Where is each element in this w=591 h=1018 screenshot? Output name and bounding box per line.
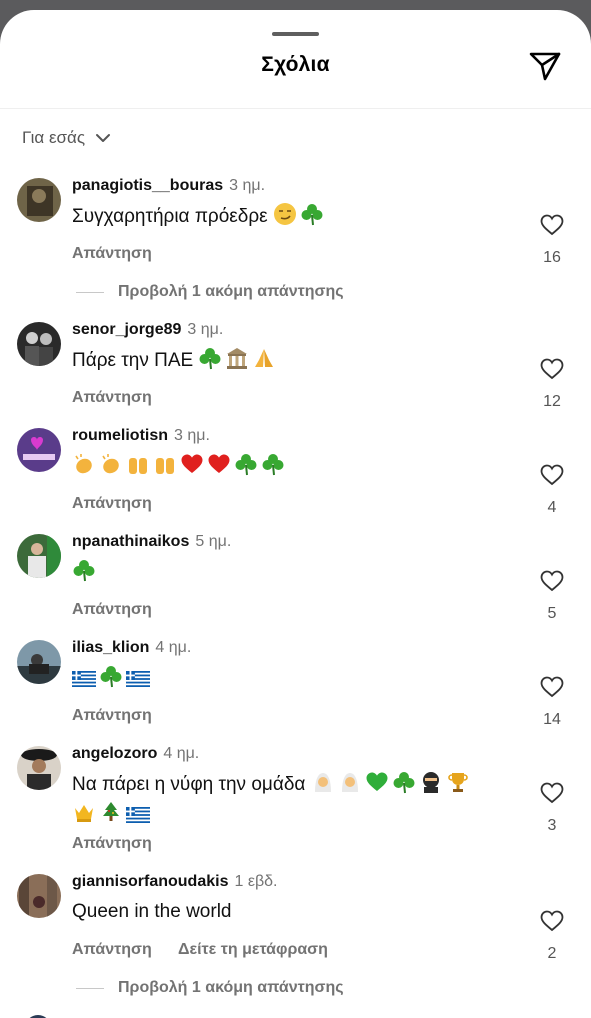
timestamp: 3 ημ.	[229, 177, 266, 194]
avatar[interactable]	[17, 178, 61, 222]
comment-text-line2	[72, 800, 153, 829]
username[interactable]: ilias_klion	[72, 639, 149, 656]
comment-text: Να πάρει η νύφη την ομάδα	[72, 770, 473, 799]
shamrock-icon	[301, 204, 323, 226]
reply-button[interactable]: Απάντηση	[72, 941, 152, 959]
comment-text: Queen in the world	[72, 901, 232, 922]
shamrock-icon	[73, 560, 95, 582]
raising-hands-icon	[129, 458, 147, 474]
greece-flag-icon	[126, 671, 150, 687]
reply-button[interactable]: Απάντηση	[72, 389, 152, 407]
shamrock-icon	[393, 772, 415, 794]
see-translation-button[interactable]: Δείτε τη μετάφραση	[178, 941, 328, 959]
like-count: 2	[547, 945, 557, 962]
like-count: 4	[547, 499, 557, 516]
heart-icon[interactable]	[540, 570, 564, 592]
send-icon[interactable]	[527, 48, 563, 84]
timestamp: 3 ημ.	[174, 427, 210, 444]
bride-with-veil-icon	[314, 773, 331, 792]
trophy-icon	[447, 773, 468, 792]
comment-text	[72, 558, 99, 587]
greece-flag-icon	[126, 807, 150, 823]
username[interactable]: roumeliotisn	[72, 427, 168, 444]
red-heart-icon	[208, 454, 230, 473]
avatar[interactable]	[17, 746, 61, 790]
shamrock-icon	[235, 454, 257, 476]
avatar[interactable]	[17, 534, 61, 578]
heart-icon[interactable]	[540, 676, 564, 698]
avatar[interactable]	[17, 322, 61, 366]
avatar[interactable]	[17, 428, 61, 472]
comments-sheet: Σχόλια Για εσάς panagiotis__bouras 3 ημ. …	[0, 10, 591, 1018]
username[interactable]: senor_jorge89	[72, 321, 181, 338]
green-heart-icon	[366, 772, 388, 791]
like-count: 16	[543, 249, 561, 266]
like-count: 5	[547, 605, 557, 622]
like-count: 3	[547, 817, 557, 834]
header-divider	[0, 108, 591, 109]
reply-button[interactable]: Απάντηση	[72, 707, 152, 725]
comment-text-body: Να πάρει η νύφη την ομάδα	[72, 774, 306, 795]
comment-text-body: Πάρε την ΠΑΕ	[72, 350, 194, 371]
smirk-emoji-icon	[273, 203, 296, 225]
view-replies-label: Προβολή 1 ακόμη απάντησης	[118, 979, 344, 996]
reply-button[interactable]: Απάντηση	[72, 495, 152, 513]
christmas-tree-icon	[103, 802, 119, 821]
timestamp: 3 ημ.	[187, 321, 224, 338]
username[interactable]: giannisorfanoudakis	[72, 873, 228, 890]
clapping-hands-icon	[75, 454, 92, 474]
view-replies-button[interactable]: Προβολή 1 ακόμη απάντησης	[76, 979, 344, 997]
avatar[interactable]	[17, 640, 61, 684]
avatar[interactable]	[17, 874, 61, 918]
shamrock-icon	[100, 666, 122, 688]
sort-filter-dropdown[interactable]: Για εσάς	[22, 128, 111, 148]
reply-button[interactable]: Απάντηση	[72, 835, 152, 853]
folded-hands-icon	[255, 349, 274, 367]
classical-building-icon	[227, 348, 248, 369]
comment-text-body: Συγχαρητήρια πρόεδρε	[72, 206, 268, 227]
heart-icon[interactable]	[540, 214, 564, 236]
divider-line	[76, 987, 104, 989]
view-replies-label: Προβολή 1 ακόμη απάντησης	[118, 283, 344, 300]
comment-text: Συγχαρητήρια πρόεδρε	[72, 202, 327, 231]
sort-filter-label: Για εσάς	[22, 128, 86, 147]
heart-icon[interactable]	[540, 464, 564, 486]
crown-icon	[75, 805, 93, 822]
page-title: Σχόλια	[261, 53, 330, 76]
shamrock-icon	[262, 454, 284, 476]
ninja-icon	[422, 772, 439, 793]
bride-with-veil-icon	[341, 773, 358, 792]
raising-hands-icon	[156, 458, 174, 474]
like-count: 12	[543, 393, 561, 410]
comment-text	[72, 452, 288, 481]
timestamp: 1 εβδ.	[234, 873, 278, 890]
heart-icon[interactable]	[540, 782, 564, 804]
heart-icon[interactable]	[540, 358, 564, 380]
heart-icon[interactable]	[540, 910, 564, 932]
shamrock-icon	[199, 348, 221, 370]
clapping-hands-icon	[102, 454, 119, 474]
chevron-down-icon	[96, 134, 111, 142]
like-count: 14	[543, 711, 561, 728]
divider-line	[76, 291, 104, 293]
comment-text	[72, 664, 153, 693]
timestamp: 4 ημ.	[163, 745, 200, 762]
reply-button[interactable]: Απάντηση	[72, 245, 152, 263]
username[interactable]: angelozoro	[72, 745, 157, 762]
username[interactable]: npanathinaikos	[72, 533, 189, 550]
red-heart-icon	[181, 454, 203, 473]
username[interactable]: panagiotis__bouras	[72, 177, 223, 194]
reply-button[interactable]: Απάντηση	[72, 601, 152, 619]
timestamp: 5 ημ.	[195, 533, 232, 550]
comment-text: Πάρε την ΠΑΕ	[72, 346, 279, 375]
drag-handle[interactable]	[272, 32, 319, 36]
view-replies-button[interactable]: Προβολή 1 ακόμη απάντησης	[76, 283, 344, 301]
greece-flag-icon	[72, 671, 96, 687]
timestamp: 4 ημ.	[155, 639, 192, 656]
